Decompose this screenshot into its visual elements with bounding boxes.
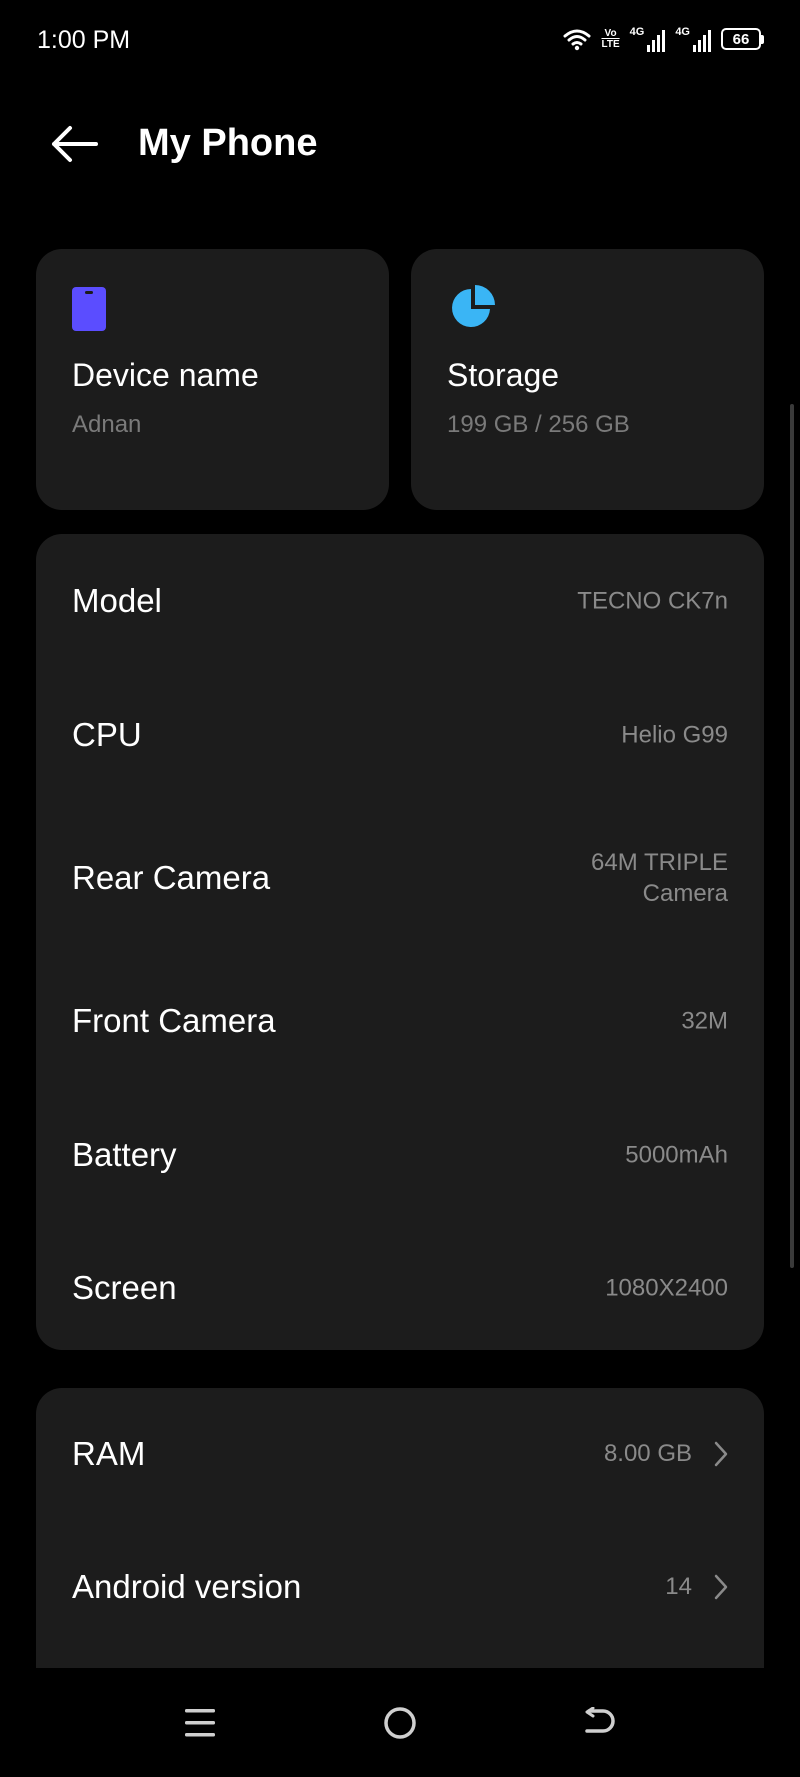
- ram-label: RAM: [72, 1435, 146, 1472]
- wifi-icon: [563, 29, 591, 51]
- spec-label: Battery: [72, 1136, 177, 1173]
- spec-row-model: Model TECNO CK7n: [36, 546, 764, 656]
- scrollbar[interactable]: [790, 404, 794, 1268]
- spec-value: TECNO CK7n: [577, 587, 728, 615]
- ram-row[interactable]: RAM 8.00 GB: [36, 1399, 764, 1509]
- network-type-1: 4G: [629, 26, 645, 38]
- ram-value: 8.00 GB: [603, 1440, 692, 1467]
- back-nav-button[interactable]: [565, 1688, 635, 1758]
- device-name-title: Device name: [72, 357, 259, 393]
- network-type-2: 4G: [675, 26, 690, 38]
- phone-icon: [72, 287, 106, 336]
- android-version-value-wrap: 14: [665, 1573, 728, 1601]
- android-version-value: 14: [665, 1573, 692, 1600]
- spec-row-cpu: CPU Helio G99: [36, 680, 764, 790]
- pie-chart-icon: [451, 285, 495, 334]
- spec-row-front-camera: Front Camera 32M: [36, 966, 764, 1076]
- spec-value: 64M TRIPLE Camera: [591, 849, 728, 907]
- system-info-card: RAM 8.00 GB Android version 14: [36, 1388, 764, 1668]
- navigation-bar: [0, 1668, 800, 1777]
- spec-value: 1080X2400: [605, 1274, 728, 1302]
- status-time: 1:00 PM: [37, 26, 131, 54]
- signal-bars-icon: [693, 30, 711, 52]
- recent-apps-button[interactable]: [165, 1688, 235, 1758]
- spec-label: Screen: [72, 1269, 177, 1306]
- spec-row-rear-camera: Rear Camera 64M TRIPLE Camera: [36, 823, 764, 933]
- back-return-icon: [585, 1707, 615, 1733]
- back-arrow-icon: [52, 126, 98, 162]
- spec-label: Model: [72, 582, 162, 619]
- storage-tile[interactable]: Storage 199 GB / 256 GB: [411, 249, 764, 510]
- status-bar: 1:00 PM Vo LTE 4G 4G 66: [0, 0, 800, 80]
- storage-value: 199 GB / 256 GB: [447, 411, 630, 438]
- volte-top: Vo: [604, 28, 617, 39]
- menu-icon: [185, 1709, 215, 1737]
- spec-row-screen: Screen 1080X2400: [36, 1233, 764, 1343]
- battery-level: 66: [721, 28, 761, 50]
- home-circle-icon: [384, 1707, 416, 1739]
- back-button[interactable]: [44, 114, 104, 174]
- signal-bars-icon: [647, 30, 666, 52]
- chevron-right-icon: [714, 1574, 728, 1600]
- chevron-right-icon: [714, 1441, 728, 1467]
- android-version-label: Android version: [72, 1568, 302, 1605]
- spec-value: 5000mAh: [625, 1141, 728, 1169]
- spec-value: 32M: [681, 1007, 728, 1035]
- spec-label: Rear Camera: [72, 859, 271, 896]
- spec-label: CPU: [72, 716, 142, 753]
- battery-icon: 66: [721, 28, 764, 50]
- spec-row-battery: Battery 5000mAh: [36, 1100, 764, 1210]
- android-version-row[interactable]: Android version 14: [36, 1532, 764, 1642]
- signal-1: 4G: [630, 26, 666, 52]
- spec-label: Front Camera: [72, 1002, 276, 1039]
- spec-value: Helio G99: [621, 721, 728, 749]
- status-icons: Vo LTE 4G 4G 66: [563, 24, 764, 54]
- page-title: My Phone: [138, 122, 318, 164]
- signal-2: 4G: [675, 26, 711, 52]
- battery-tip: [761, 34, 764, 44]
- home-button[interactable]: [365, 1688, 435, 1758]
- ram-value-wrap: 8.00 GB: [604, 1440, 728, 1468]
- device-name-tile[interactable]: Device name Adnan: [36, 249, 389, 510]
- volte-bottom: LTE: [601, 39, 620, 50]
- device-name-value: Adnan: [72, 411, 142, 438]
- storage-title: Storage: [447, 357, 560, 393]
- volte-indicator: Vo LTE: [601, 28, 619, 50]
- device-specs-card: Model TECNO CK7n CPU Helio G99 Rear Came…: [36, 534, 764, 1350]
